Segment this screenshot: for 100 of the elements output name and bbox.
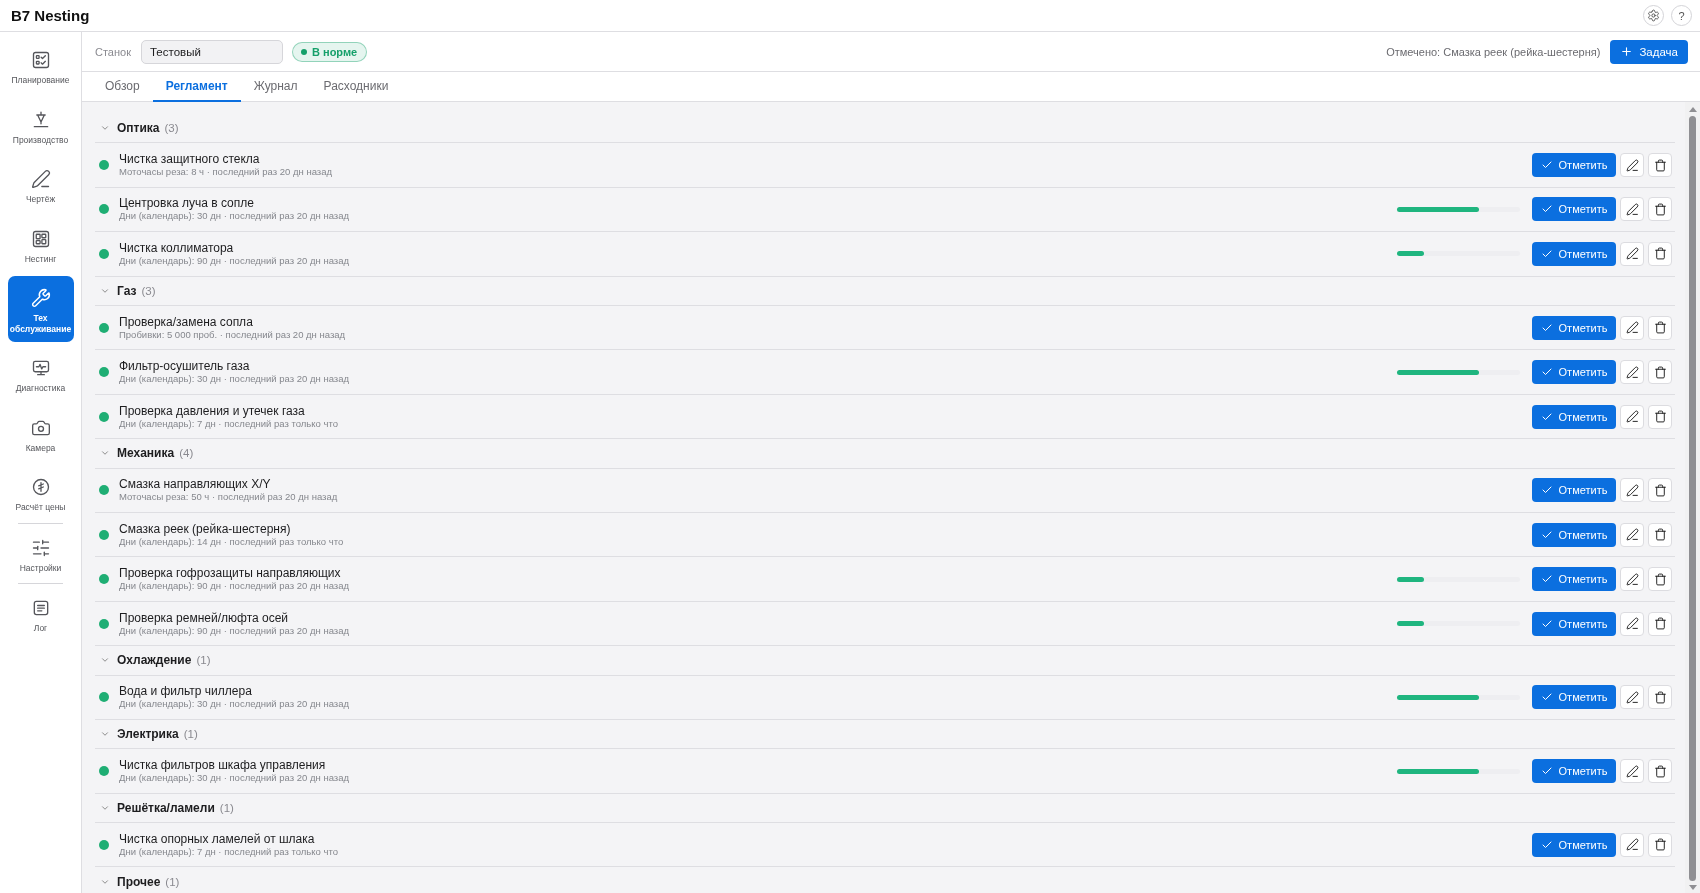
edit-button[interactable] [1620,360,1644,385]
tab[interactable]: Журнал [240,72,311,102]
delete-button[interactable] [1648,759,1672,783]
edit-button[interactable] [1620,567,1644,592]
scrollbar[interactable] [1685,102,1700,893]
mark-done-button[interactable]: Отметить [1532,759,1616,783]
task-title: Смазка реек (рейка-шестерня) [119,521,292,536]
task-title: Проверка/замена сопла [119,314,254,329]
delete-button[interactable] [1648,153,1672,177]
delete-button[interactable] [1648,360,1672,385]
group-title: Механика [117,446,175,461]
sidebar-item[interactable]: Нестинг [7,216,74,272]
sidebar-item[interactable]: Лог [7,586,74,642]
add-task-button[interactable]: Задача [1610,39,1688,64]
mark-done-button[interactable]: Отметить [1532,360,1616,385]
settings-button[interactable] [1643,5,1664,26]
task-title: Центровка луча в сопле [119,196,255,211]
sidebar-item[interactable]: Планирование [7,38,74,94]
edit-button[interactable] [1620,315,1644,340]
coin-icon [30,477,51,497]
mark-done-button[interactable]: Отметить [1532,404,1616,429]
delete-button[interactable] [1648,478,1672,503]
task-title: Чистка защитного стекла [119,152,261,166]
mark-done-button[interactable]: Отметить [1532,522,1616,547]
mark-done-button[interactable]: Отметить [1532,567,1616,592]
task-details: Дни (календарь): 14 дн · последний раз только что [119,535,345,548]
sidebar-item[interactable]: Тех обслуживание [7,276,74,342]
settings-icon [1647,9,1660,22]
mark-done-button[interactable]: Отметить [1532,685,1616,710]
trash-icon [1653,410,1667,423]
edit-button[interactable] [1620,832,1644,857]
edit-button[interactable] [1620,522,1644,547]
delete-button[interactable] [1648,522,1672,547]
sidebar-item[interactable]: Чертёж [7,157,74,213]
edit-button[interactable] [1620,197,1644,222]
delete-button[interactable] [1648,611,1672,636]
app-title: B7 Nesting [11,7,90,24]
group-count: (1) [219,801,234,814]
pencil-icon [30,169,51,189]
group-title: Решётка/ламели [117,800,215,815]
task-details: Дни (календарь): 90 дн · последний раз 20 дн назад [119,254,350,267]
pencil-icon [1625,838,1639,852]
mark-done-button[interactable]: Отметить [1532,153,1616,177]
edit-button[interactable] [1620,241,1644,266]
mark-done-button[interactable]: Отметить [1532,478,1616,503]
mark-done-button[interactable]: Отметить [1532,832,1616,857]
trash-icon [1653,365,1667,379]
sidebar-item[interactable]: Камера [7,405,74,461]
task-title: Вода и фильтр чиллера [119,684,253,699]
plus-icon [1620,45,1634,58]
delete-button[interactable] [1648,685,1672,710]
edit-button[interactable] [1620,478,1644,503]
trash-icon [1653,764,1667,778]
trash-icon [1653,321,1667,335]
mark-done-button[interactable]: Отметить [1532,611,1616,636]
delete-button[interactable] [1648,197,1672,222]
edit-button[interactable] [1620,404,1644,429]
edit-button[interactable] [1620,685,1644,710]
sidebar-item[interactable]: Расчёт цены [7,465,74,521]
delete-button[interactable] [1648,567,1672,592]
pencil-icon [1625,247,1639,261]
pencil-icon [1625,321,1639,335]
task-details: Дни (календарь): 90 дн · последний раз 20 дн назад [119,624,350,637]
pencil-icon [1625,690,1639,704]
sidebar-item[interactable]: Настройки [7,525,74,581]
delete-button[interactable] [1648,315,1672,340]
group-count: (1) [165,875,180,888]
trash-icon [1653,617,1667,631]
task-details: Дни (календарь): 30 дн · последний раз 20 дн назад [119,373,350,386]
group-title: Газ [117,283,137,298]
machine-field[interactable]: Тестовый [141,39,283,64]
pencil-icon [1625,528,1639,542]
task-details: Моточасы реза: 8 ч · последний раз 20 дн назад [119,166,333,178]
status-label: В норме [312,45,358,58]
mark-done-button[interactable]: Отметить [1532,241,1616,266]
sidebar-item[interactable]: Производство [7,97,74,153]
checklist-icon [30,50,51,70]
help-button[interactable]: ? [1671,5,1692,26]
task-details: Дни (календарь): 30 дн · последний раз 20 дн назад [119,210,350,223]
tab[interactable]: Обзор [92,72,153,102]
trash-icon [1653,838,1667,852]
task-details: Моточасы реза: 50 ч · последний раз 20 дн назад [119,491,339,504]
delete-button[interactable] [1648,832,1672,857]
scroll-thumb[interactable] [1689,116,1696,881]
edit-button[interactable] [1620,759,1644,783]
tab[interactable]: Расходники [310,72,402,102]
delete-button[interactable] [1648,404,1672,429]
marked-info-text: Отмечено: Смазка реек (рейка-шестерня) [1386,45,1601,58]
edit-button[interactable] [1620,153,1644,177]
group-title: Оптика [117,121,160,136]
scroll-down-icon [1688,885,1697,890]
task-title: Чистка фильтров шкафа управления [119,758,327,772]
delete-button[interactable] [1648,241,1672,266]
task-title: Фильтр-осушитель газа [119,359,251,374]
edit-button[interactable] [1620,611,1644,636]
mark-done-button[interactable]: Отметить [1532,315,1616,340]
task-details: Пробивки: 5 000 проб. · последний раз 20 дн назад [119,328,347,341]
sidebar-item[interactable]: Диагностика [7,346,74,402]
group-count: (3) [164,122,179,135]
mark-done-button[interactable]: Отметить [1532,197,1616,222]
